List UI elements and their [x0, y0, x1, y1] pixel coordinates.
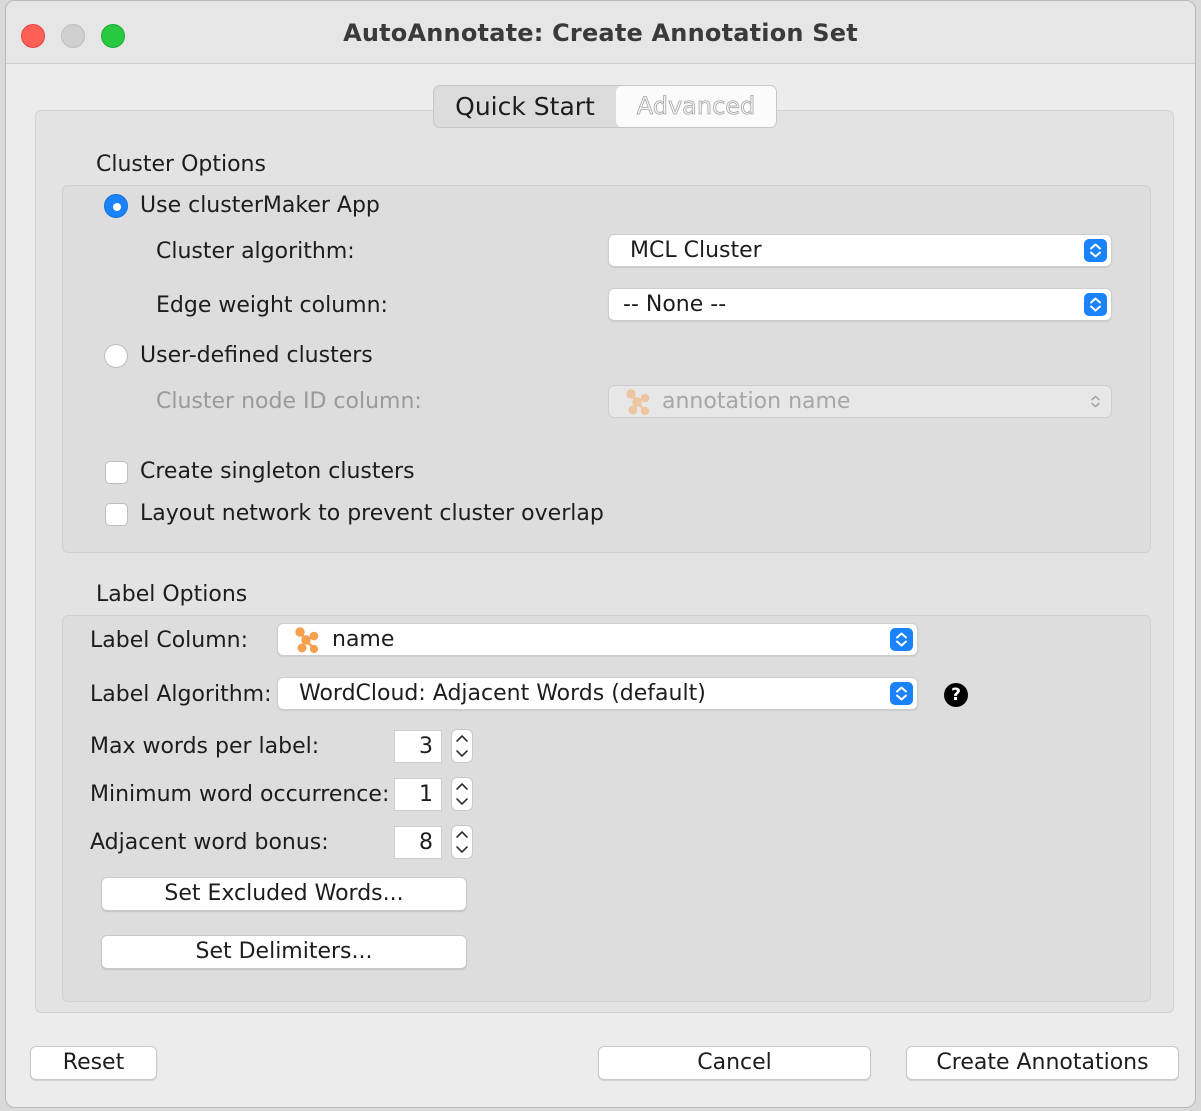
tab-bar: Quick Start Advanced	[433, 85, 777, 128]
chevron-up-down-icon	[890, 628, 913, 651]
title-bar: AutoAnnotate: Create Annotation Set	[6, 1, 1195, 64]
use-clustermaker-label: Use clusterMaker App	[140, 193, 380, 218]
chevron-up-down-icon	[456, 735, 468, 757]
label-column-value: name	[332, 627, 395, 652]
cluster-node-id-column-select[interactable]: annotation name	[608, 385, 1112, 418]
cancel-button[interactable]: Cancel	[598, 1046, 871, 1080]
use-clustermaker-radio[interactable]	[104, 194, 128, 218]
label-options-heading: Label Options	[96, 582, 248, 607]
cluster-algorithm-select[interactable]: MCL Cluster	[608, 234, 1112, 267]
reset-button[interactable]: Reset	[30, 1046, 157, 1080]
adjacent-bonus-field[interactable]: 8	[394, 826, 442, 859]
chevron-up-down-icon	[456, 783, 468, 805]
edge-weight-column-label: Edge weight column:	[156, 293, 388, 318]
edge-weight-column-value: -- None --	[623, 292, 727, 317]
cluster-node-id-column-label: Cluster node ID column:	[156, 389, 422, 414]
window-title: AutoAnnotate: Create Annotation Set	[343, 19, 858, 47]
chevron-up-down-icon	[1084, 293, 1107, 316]
cluster-node-id-column-value: annotation name	[662, 389, 851, 414]
adjacent-bonus-stepper[interactable]	[451, 825, 473, 859]
max-words-stepper[interactable]	[451, 729, 473, 763]
create-singleton-label: Create singleton clusters	[140, 459, 415, 484]
chevron-up-down-icon	[456, 831, 468, 853]
layout-network-label: Layout network to prevent cluster overla…	[140, 501, 604, 526]
user-defined-clusters-label: User-defined clusters	[140, 343, 373, 368]
chevron-up-down-icon	[1084, 239, 1107, 262]
create-annotations-button[interactable]: Create Annotations	[906, 1046, 1179, 1080]
layout-network-checkbox[interactable]	[105, 503, 128, 526]
label-algorithm-select[interactable]: WordCloud: Adjacent Words (default)	[277, 677, 918, 710]
label-algorithm-label: Label Algorithm:	[90, 682, 272, 707]
question-mark-icon[interactable]: ?	[944, 683, 968, 707]
label-column-label: Label Column:	[90, 628, 249, 653]
create-singleton-checkbox[interactable]	[105, 461, 128, 484]
tab-content-panel: Cluster Options Use clusterMaker App Clu…	[35, 110, 1174, 1013]
tab-quick-start[interactable]: Quick Start	[434, 86, 616, 127]
min-occurrence-field[interactable]: 1	[394, 778, 442, 811]
cytoscape-node-icon	[295, 627, 319, 654]
label-options-group: Label Column: name Label Algorithm: Word…	[62, 615, 1151, 1002]
label-algorithm-value: WordCloud: Adjacent Words (default)	[299, 681, 706, 706]
min-occurrence-label: Minimum word occurrence:	[90, 782, 390, 807]
chevron-up-down-icon	[1084, 390, 1107, 413]
set-excluded-words-button[interactable]: Set Excluded Words...	[101, 877, 467, 911]
cytoscape-node-icon	[626, 389, 650, 416]
cluster-options-group: Use clusterMaker App Cluster algorithm: …	[62, 185, 1151, 553]
dialog-window: AutoAnnotate: Create Annotation Set Clus…	[5, 0, 1196, 1108]
set-delimiters-button[interactable]: Set Delimiters...	[101, 935, 467, 969]
max-words-field[interactable]: 3	[394, 730, 442, 763]
chevron-up-down-icon	[890, 682, 913, 705]
cluster-algorithm-value: MCL Cluster	[630, 238, 762, 263]
min-occurrence-stepper[interactable]	[451, 777, 473, 811]
cluster-options-heading: Cluster Options	[96, 152, 266, 177]
max-words-label: Max words per label:	[90, 734, 320, 759]
label-column-select[interactable]: name	[277, 623, 918, 656]
cluster-algorithm-label: Cluster algorithm:	[156, 239, 355, 264]
user-defined-clusters-radio[interactable]	[104, 344, 128, 368]
adjacent-bonus-label: Adjacent word bonus:	[90, 830, 329, 855]
tab-advanced[interactable]: Advanced	[616, 86, 776, 127]
edge-weight-column-select[interactable]: -- None --	[608, 288, 1112, 321]
